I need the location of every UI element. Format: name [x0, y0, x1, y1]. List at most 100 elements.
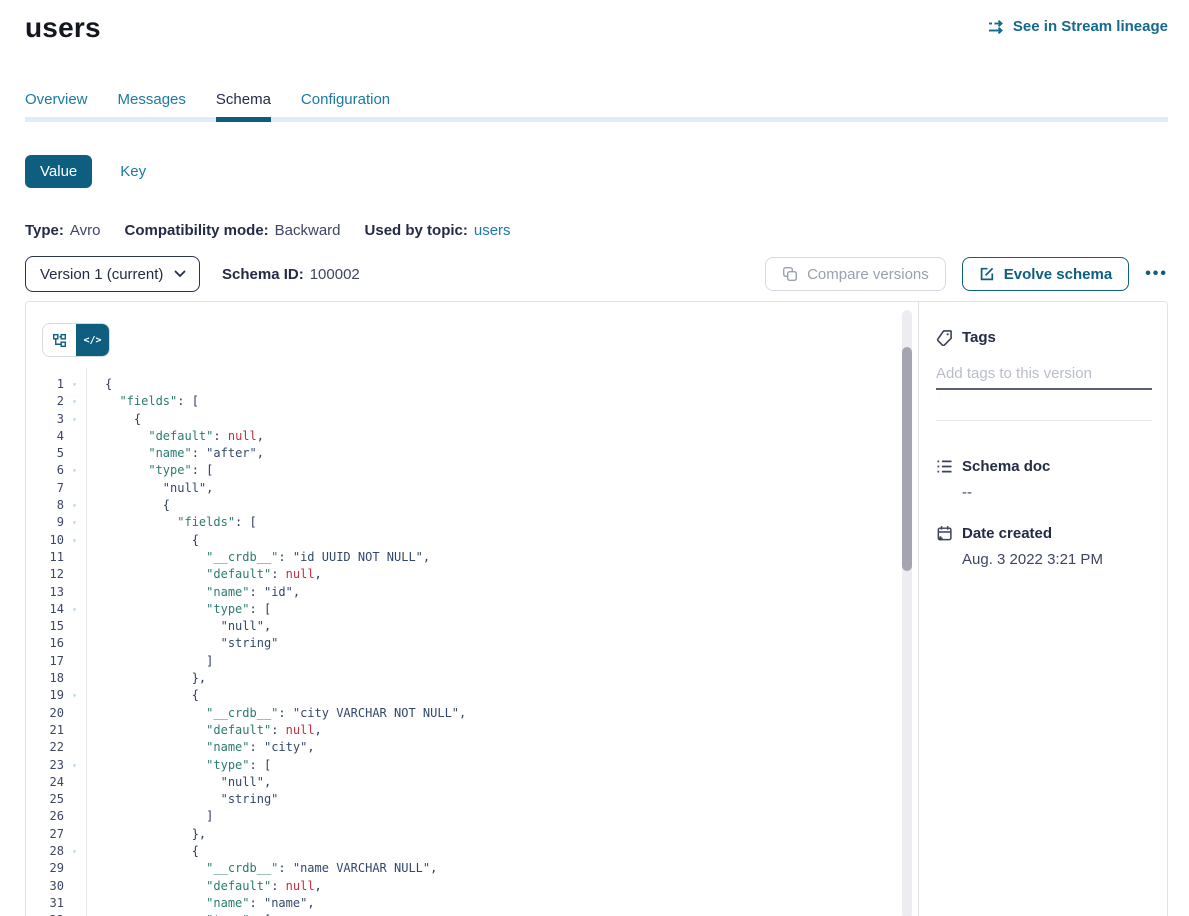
- scrollbar-track[interactable]: [902, 310, 912, 916]
- collapse-caret-icon[interactable]: ▾: [64, 843, 85, 860]
- compare-versions-button[interactable]: Compare versions: [765, 257, 946, 291]
- compare-icon: [782, 266, 798, 282]
- caret-spacer: [64, 774, 85, 791]
- meta-topic: Used by topic:users: [365, 222, 511, 239]
- line-number: 7: [26, 480, 64, 497]
- evolve-schema-label: Evolve schema: [1004, 266, 1112, 283]
- stream-lineage-link[interactable]: See in Stream lineage: [988, 18, 1168, 35]
- code-line-3: 3▾ {: [26, 411, 918, 428]
- code-line-25: 25 "string": [26, 791, 918, 808]
- version-select[interactable]: Version 1 (current): [25, 256, 200, 292]
- code-line-19: 19▾ {: [26, 687, 918, 704]
- line-number: 6: [26, 462, 64, 479]
- schema-doc-value: --: [962, 484, 1152, 501]
- collapse-caret-icon[interactable]: ▾: [64, 757, 85, 774]
- collapse-caret-icon[interactable]: ▾: [64, 497, 85, 514]
- code-line-24: 24 "null",: [26, 774, 918, 791]
- tabbar: Overview Messages Schema Configuration: [25, 91, 1168, 122]
- version-select-value: Version 1 (current): [40, 266, 163, 283]
- line-number: 9: [26, 514, 64, 531]
- code-line-27: 27 },: [26, 826, 918, 843]
- schema-page: users See in Stream lineage Overview Mess…: [0, 0, 1189, 916]
- line-number: 11: [26, 549, 64, 566]
- list-icon: [936, 458, 953, 475]
- caret-spacer: [64, 878, 85, 895]
- tab-overview[interactable]: Overview: [25, 91, 88, 122]
- collapse-caret-icon[interactable]: ▾: [64, 912, 85, 916]
- code-text: {: [105, 411, 141, 428]
- line-number: 16: [26, 635, 64, 652]
- collapse-caret-icon[interactable]: ▾: [64, 462, 85, 479]
- collapse-caret-icon[interactable]: ▾: [64, 376, 85, 393]
- code-line-1: 1▾{: [26, 376, 918, 393]
- line-number: 25: [26, 791, 64, 808]
- meta-topic-value[interactable]: users: [474, 222, 511, 239]
- code-line-11: 11 "__crdb__": "id UUID NOT NULL",: [26, 549, 918, 566]
- code-text: "string": [105, 791, 278, 808]
- line-number: 28: [26, 843, 64, 860]
- line-number: 18: [26, 670, 64, 687]
- code-text: "default": null,: [105, 566, 322, 583]
- tab-messages[interactable]: Messages: [118, 91, 186, 122]
- caret-spacer: [64, 480, 85, 497]
- code-text: },: [105, 670, 206, 687]
- tab-schema[interactable]: Schema: [216, 91, 271, 122]
- code-text: "name": "id",: [105, 584, 300, 601]
- chevron-down-icon: [174, 270, 186, 278]
- collapse-caret-icon[interactable]: ▾: [64, 532, 85, 549]
- line-number: 5: [26, 445, 64, 462]
- caret-spacer: [64, 428, 85, 445]
- code-text: {: [105, 376, 112, 393]
- more-actions-button[interactable]: •••: [1145, 261, 1168, 287]
- code-view-button[interactable]: </>: [76, 324, 109, 356]
- code-line-18: 18 },: [26, 670, 918, 687]
- caret-spacer: [64, 566, 85, 583]
- code-text: "default": null,: [105, 428, 264, 445]
- code-line-20: 20 "__crdb__": "city VARCHAR NOT NULL",: [26, 705, 918, 722]
- code-pane: </> 1▾{2▾ "fields": [3▾ {4 "default": nu…: [26, 302, 918, 916]
- code-text: ]: [105, 808, 213, 825]
- caret-spacer: [64, 808, 85, 825]
- collapse-caret-icon[interactable]: ▾: [64, 411, 85, 428]
- key-toggle-link[interactable]: Key: [120, 163, 146, 180]
- tags-input[interactable]: Add tags to this version: [936, 365, 1152, 390]
- tag-icon: [936, 329, 953, 346]
- code-text: {: [105, 497, 170, 514]
- code-text: {: [105, 843, 199, 860]
- line-number: 19: [26, 687, 64, 704]
- code-line-17: 17 ]: [26, 653, 918, 670]
- line-number: 29: [26, 860, 64, 877]
- tabs: Overview Messages Schema Configuration: [25, 91, 1168, 122]
- collapse-caret-icon[interactable]: ▾: [64, 601, 85, 618]
- schema-sidebar: Tags Add tags to this version Schema doc…: [918, 302, 1168, 916]
- code-text: "null",: [105, 480, 213, 497]
- line-number: 30: [26, 878, 64, 895]
- code-line-23: 23▾ "type": [: [26, 757, 918, 774]
- code-line-7: 7 "null",: [26, 480, 918, 497]
- caret-spacer: [64, 635, 85, 652]
- evolve-schema-button[interactable]: Evolve schema: [962, 257, 1129, 291]
- code-line-31: 31 "name": "name",: [26, 895, 918, 912]
- line-number: 24: [26, 774, 64, 791]
- code-line-14: 14▾ "type": [: [26, 601, 918, 618]
- caret-spacer: [64, 549, 85, 566]
- tab-configuration[interactable]: Configuration: [301, 91, 390, 122]
- code-line-16: 16 "string": [26, 635, 918, 652]
- stream-lineage-icon: [988, 20, 1006, 34]
- collapse-caret-icon[interactable]: ▾: [64, 514, 85, 531]
- code-text: "default": null,: [105, 878, 322, 895]
- collapse-caret-icon[interactable]: ▾: [64, 393, 85, 410]
- code-line-21: 21 "default": null,: [26, 722, 918, 739]
- tree-view-button[interactable]: [43, 324, 76, 356]
- caret-spacer: [64, 791, 85, 808]
- code-line-22: 22 "name": "city",: [26, 739, 918, 756]
- code-text: "name": "name",: [105, 895, 315, 912]
- code-line-10: 10▾ {: [26, 532, 918, 549]
- code-text: "fields": [: [105, 393, 199, 410]
- code-text: "name": "city",: [105, 739, 315, 756]
- line-number: 27: [26, 826, 64, 843]
- line-number: 20: [26, 705, 64, 722]
- scrollbar-thumb[interactable]: [902, 347, 912, 571]
- value-toggle-button[interactable]: Value: [25, 155, 92, 188]
- collapse-caret-icon[interactable]: ▾: [64, 687, 85, 704]
